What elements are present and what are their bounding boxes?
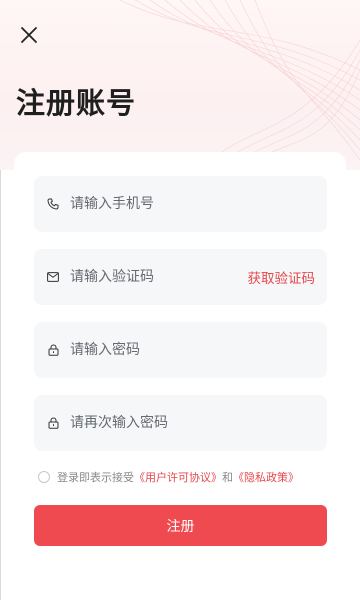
- register-button[interactable]: 注册: [34, 505, 327, 546]
- close-button[interactable]: [14, 20, 44, 50]
- page-title: 注册账号: [16, 86, 137, 120]
- phone-field[interactable]: [34, 176, 327, 232]
- password-input[interactable]: [70, 322, 327, 378]
- agreement-row: 登录即表示接受 《用户许可协议》 和 《隐私政策》: [38, 468, 299, 486]
- code-field[interactable]: 获取验证码: [34, 249, 327, 305]
- agreement-radio[interactable]: [38, 471, 50, 483]
- get-code-button[interactable]: 获取验证码: [248, 267, 316, 287]
- phone-input[interactable]: [70, 176, 327, 232]
- user-agreement-link[interactable]: 《用户许可协议》: [134, 469, 222, 485]
- confirm-password-field[interactable]: [34, 395, 327, 451]
- privacy-policy-link[interactable]: 《隐私政策》: [233, 469, 299, 485]
- close-icon: [21, 27, 37, 43]
- mail-icon: [46, 270, 60, 284]
- password-field[interactable]: [34, 322, 327, 378]
- agreement-and: 和: [222, 471, 233, 484]
- lock-icon: [46, 416, 60, 430]
- confirm-password-input[interactable]: [70, 395, 327, 451]
- code-input[interactable]: [70, 249, 248, 305]
- lock-icon: [46, 343, 60, 357]
- agreement-prefix: 登录即表示接受: [57, 471, 134, 484]
- phone-icon: [46, 197, 60, 211]
